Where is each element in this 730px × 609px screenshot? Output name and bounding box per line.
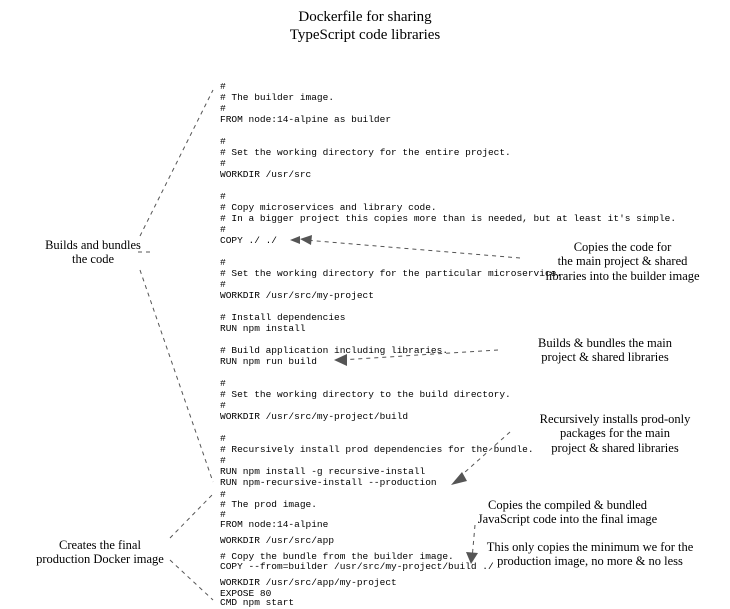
arrows-overlay	[0, 0, 730, 608]
